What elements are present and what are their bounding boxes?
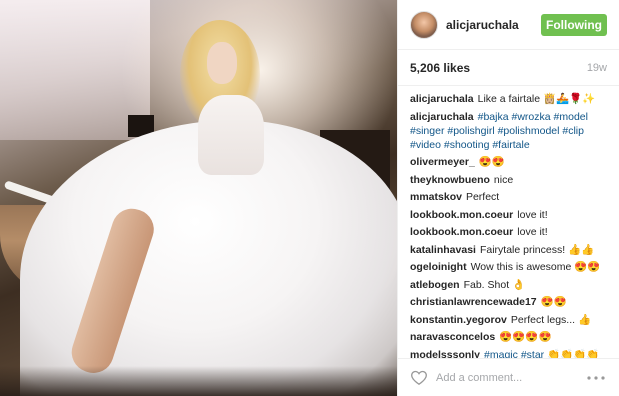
profile-avatar[interactable] [410, 10, 438, 39]
likes-count[interactable]: 5,206 likes [410, 61, 470, 75]
hashtag-link[interactable]: #fairtale [492, 139, 529, 151]
comment-username[interactable]: lookbook.mon.coeur [410, 209, 513, 221]
comment-text: Perfect [465, 191, 500, 203]
comment-item: alicjaruchala #bajka #wrozka #model #sing… [410, 110, 607, 152]
comment-item: mmatskov Perfect [410, 190, 607, 204]
following-button[interactable]: Following [541, 13, 607, 36]
comment-username[interactable]: naravasconcelos [410, 331, 495, 343]
hashtag-link[interactable]: #shooting [444, 139, 490, 151]
post-username[interactable]: alicjaruchala [446, 18, 541, 32]
post-sidebar: alicjaruchala Following 5,206 likes 19w … [397, 0, 619, 396]
comment-item: katalinhavasi Fairytale princess! 👍👍 [410, 243, 607, 257]
hashtag-link[interactable]: #polishmodel [498, 125, 560, 137]
comment-item: lookbook.mon.coeur love it! [410, 208, 607, 222]
hashtag-link[interactable]: #bajka [478, 111, 509, 123]
comment-username[interactable]: alicjaruchala [410, 93, 474, 105]
comment-input[interactable] [436, 371, 585, 384]
comment-text: 😍😍😍😍 [499, 331, 552, 343]
comment-item: konstantin.yegorov Perfect legs... 👍 [410, 313, 607, 327]
comment-text: Fab. Shot 👌 [463, 278, 526, 291]
comment-text: love it! [517, 208, 548, 221]
comment-item: atlebogen Fab. Shot 👌 [410, 278, 607, 292]
more-options-icon[interactable] [585, 369, 607, 387]
post-footer [398, 358, 619, 396]
post-stats: 5,206 likes 19w [398, 50, 619, 86]
comment-item: alicjaruchala Like a fairtale 👸🏼🚣🌹✨ [410, 92, 607, 106]
comment-text: Fairytale princess! 👍👍 [479, 243, 595, 256]
post-age[interactable]: 19w [587, 62, 607, 74]
comment-item: naravasconcelos 😍😍😍😍 [410, 330, 607, 344]
comment-text: Wow this is awesome 😍😍 [470, 261, 601, 273]
comment-text: Like a fairtale 👸🏼🚣🌹✨ [477, 93, 596, 105]
comment-text: 😍😍 [540, 296, 567, 308]
photo-face [207, 42, 237, 84]
comment-item: christianlawrencewade17 😍😍 [410, 295, 607, 309]
photo-floor [0, 366, 397, 396]
comment-username[interactable]: mmatskov [410, 191, 462, 203]
comment-username[interactable]: ogeloinight [410, 261, 467, 273]
hashtag-link[interactable]: #magic [484, 349, 518, 359]
comment-text: nice [493, 173, 514, 186]
hashtag-link[interactable]: #wrozka [512, 111, 551, 123]
comment-username[interactable]: olivermeyer_ [410, 156, 475, 168]
comment-text: 😍😍 [478, 156, 505, 168]
comment-username[interactable]: lookbook.mon.coeur [410, 226, 513, 238]
comment-username[interactable]: christianlawrencewade17 [410, 296, 537, 308]
comment-item: modelsssonly #magic #star 👏👏👏👏 [410, 348, 607, 359]
hashtag-link[interactable]: #polishgirl [447, 125, 494, 137]
comment-item: theyknowbueno nice [410, 173, 607, 187]
hashtag-link[interactable]: #clip [562, 125, 584, 137]
comment-username[interactable]: konstantin.yegorov [410, 314, 507, 326]
instagram-post: alicjaruchala Following 5,206 likes 19w … [0, 0, 619, 396]
hashtag-link[interactable]: #video [410, 139, 441, 151]
heart-icon[interactable] [410, 369, 428, 387]
post-header: alicjaruchala Following [398, 0, 619, 50]
comment-text: Perfect legs... 👍 [510, 313, 592, 326]
comment-text: love it! [517, 226, 548, 238]
comment-item: lookbook.mon.coeur love it! [410, 225, 607, 239]
hashtag-link[interactable]: #model [554, 111, 588, 123]
comment-text: 👏👏👏👏 [547, 348, 600, 359]
hashtag-link[interactable]: #star [521, 349, 544, 359]
comment-item: olivermeyer_ 😍😍 [410, 155, 607, 169]
comment-item: ogeloinight Wow this is awesome 😍😍 [410, 260, 607, 274]
comments-list: alicjaruchala Like a fairtale 👸🏼🚣🌹✨ alicja… [398, 86, 619, 358]
comment-username[interactable]: atlebogen [410, 279, 460, 291]
hashtag-link[interactable]: #singer [410, 125, 444, 137]
post-photo[interactable] [0, 0, 397, 396]
comment-username[interactable]: katalinhavasi [410, 244, 476, 256]
comment-username[interactable]: modelsssonly [410, 349, 480, 359]
photo-bodice [198, 95, 264, 175]
comment-username[interactable]: theyknowbueno [410, 174, 490, 186]
comment-username[interactable]: alicjaruchala [410, 111, 474, 123]
